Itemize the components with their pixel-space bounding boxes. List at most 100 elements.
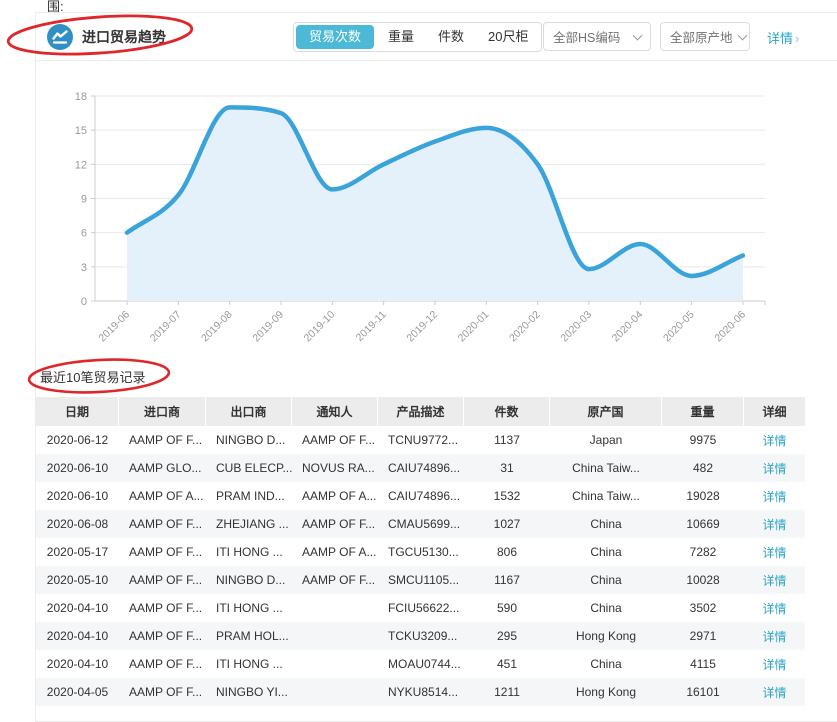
table-cell: China Taiw... <box>550 454 662 482</box>
table-cell: China <box>550 650 662 678</box>
table-cell: 31 <box>464 454 550 482</box>
table-cell: TCKU3209... <box>378 622 464 650</box>
table-title: 最近10笔贸易记录 <box>40 367 145 386</box>
table-cell: 806 <box>464 538 550 566</box>
table-cell: 1027 <box>464 510 550 538</box>
table-row: 2020-04-10AAMP OF F...PRAM HOL... TCKU320… <box>36 622 805 650</box>
trend-detail-link[interactable]: 详情› <box>767 28 799 47</box>
table-cell: 451 <box>464 650 550 678</box>
tab-weight[interactable]: 重量 <box>376 23 426 51</box>
row-detail-link[interactable]: 详情 <box>744 538 805 566</box>
x-axis-label: 2020-04 <box>610 309 646 345</box>
table-cell: 2020-06-08 <box>36 510 119 538</box>
table-cell: 2020-04-10 <box>36 650 119 678</box>
table-cell: ZHEJIANG ... <box>206 510 292 538</box>
table-cell: 2020-04-10 <box>36 622 119 650</box>
row-detail-link[interactable]: 详情 <box>744 454 805 482</box>
table-cell: Japan <box>550 426 662 454</box>
table-cell: ITI HONG ... <box>206 594 292 622</box>
row-detail-link[interactable]: 详情 <box>744 482 805 510</box>
table-cell: AAMP OF A... <box>292 482 378 510</box>
x-axis-label: 2019-08 <box>199 309 235 345</box>
table-cell: 2020-06-10 <box>36 482 119 510</box>
table-cell: 2020-06-12 <box>36 426 119 454</box>
x-axis-label: 2019-07 <box>148 309 184 345</box>
tab-piece-count[interactable]: 件数 <box>426 23 476 51</box>
table-cell: 10028 <box>662 566 744 594</box>
col-header-importer: 进口商 <box>119 397 206 426</box>
table-cell: AAMP GLO... <box>119 454 206 482</box>
hs-code-dropdown[interactable]: 全部HS编码 <box>543 22 651 51</box>
table-cell: 4115 <box>662 650 744 678</box>
x-axis-label: 2019-12 <box>404 309 440 345</box>
table-cell: AAMP OF F... <box>119 594 206 622</box>
table-row: 2020-04-10AAMP OF F...ITI HONG ...MOAU07… <box>36 650 805 678</box>
table-cell: 16101 <box>662 678 744 706</box>
table-cell: AAMP OF F... <box>292 566 378 594</box>
trade-records-table: 日期 进口商 出口商 通知人 产品描述 件数 原产国 重量 详细 2020-06… <box>36 397 805 706</box>
table-cell: 2020-05-17 <box>36 538 119 566</box>
row-detail-link[interactable]: 详情 <box>744 622 805 650</box>
table-cell: AAMP OF F... <box>119 622 206 650</box>
table-cell: 3502 <box>662 594 744 622</box>
metric-tab-group: 贸易次数 重量 件数 20尺柜 <box>293 22 542 52</box>
trend-area-chart: 03691215182019-062019-072019-082019-0920… <box>36 62 816 362</box>
table-cell: 19028 <box>662 482 744 510</box>
table-row: 2020-06-08AAMP OF F...ZHEJIANG ...AAMP O… <box>36 510 805 538</box>
table-cell: AAMP OF F... <box>119 510 206 538</box>
chart-area <box>127 107 743 301</box>
table-cell: China <box>550 538 662 566</box>
chevron-down-icon <box>633 30 643 40</box>
row-detail-link[interactable]: 详情 <box>744 566 805 594</box>
table-body: 2020-06-12AAMP OF F...NINGBO D...AAMP OF… <box>36 426 805 706</box>
tab-trade-count[interactable]: 贸易次数 <box>296 25 374 49</box>
table-row: 2020-04-05AAMP OF F...NINGBO YI...NYKU85… <box>36 678 805 706</box>
row-detail-link[interactable]: 详情 <box>744 650 805 678</box>
table-cell: 590 <box>464 594 550 622</box>
x-axis-label: 2020-05 <box>661 309 697 345</box>
table-cell: AAMP OF F... <box>119 426 206 454</box>
col-header-notify-party: 通知人 <box>292 397 378 426</box>
table-cell: AAMP OF F... <box>292 510 378 538</box>
tab-20ft-container[interactable]: 20尺柜 <box>476 23 540 51</box>
table-cell <box>292 594 378 622</box>
col-header-product-desc: 产品描述 <box>378 397 464 426</box>
table-cell: FCIU56622... <box>378 594 464 622</box>
table-cell: 1167 <box>464 566 550 594</box>
table-cell: 9975 <box>662 426 744 454</box>
col-header-detail: 详细 <box>744 397 805 426</box>
table-cell: CAIU74896... <box>378 482 464 510</box>
table-header-row: 日期 进口商 出口商 通知人 产品描述 件数 原产国 重量 详细 <box>36 397 805 426</box>
col-header-origin-country: 原产国 <box>550 397 662 426</box>
table-cell: 1137 <box>464 426 550 454</box>
table-cell: NYKU8514... <box>378 678 464 706</box>
table-cell: AAMP OF F... <box>292 426 378 454</box>
page-title: 进口贸易趋势 <box>82 27 166 47</box>
card-header: 进口贸易趋势 贸易次数 重量 件数 20尺柜 全部HS编码 全部原产地 详情› <box>36 13 837 61</box>
row-detail-link[interactable]: 详情 <box>744 678 805 706</box>
table-cell: Hong Kong <box>550 622 662 650</box>
x-axis-label: 2019-10 <box>302 309 338 345</box>
row-detail-link[interactable]: 详情 <box>744 594 805 622</box>
table-cell: 295 <box>464 622 550 650</box>
table-row: 2020-06-10AAMP OF A...PRAM IND...AAMP OF… <box>36 482 805 510</box>
table-cell: AAMP OF A... <box>292 538 378 566</box>
x-axis-label: 2019-06 <box>96 309 132 345</box>
chevron-down-icon <box>737 30 747 40</box>
y-axis-label: 6 <box>81 228 87 240</box>
x-axis-label: 2020-03 <box>558 309 594 345</box>
table-cell: 1532 <box>464 482 550 510</box>
table-cell: China <box>550 594 662 622</box>
row-detail-link[interactable]: 详情 <box>744 426 805 454</box>
y-axis-label: 0 <box>81 296 87 308</box>
table-cell: PRAM HOL... <box>206 622 292 650</box>
table-cell: CUB ELECP... <box>206 454 292 482</box>
col-header-weight: 重量 <box>662 397 744 426</box>
y-axis-label: 15 <box>75 125 87 137</box>
table-cell: 2020-06-10 <box>36 454 119 482</box>
table-cell <box>292 650 378 678</box>
row-detail-link[interactable]: 详情 <box>744 510 805 538</box>
table-cell: AAMP OF A... <box>119 482 206 510</box>
table-cell: ITI HONG ... <box>206 538 292 566</box>
origin-dropdown[interactable]: 全部原产地 <box>660 22 750 51</box>
